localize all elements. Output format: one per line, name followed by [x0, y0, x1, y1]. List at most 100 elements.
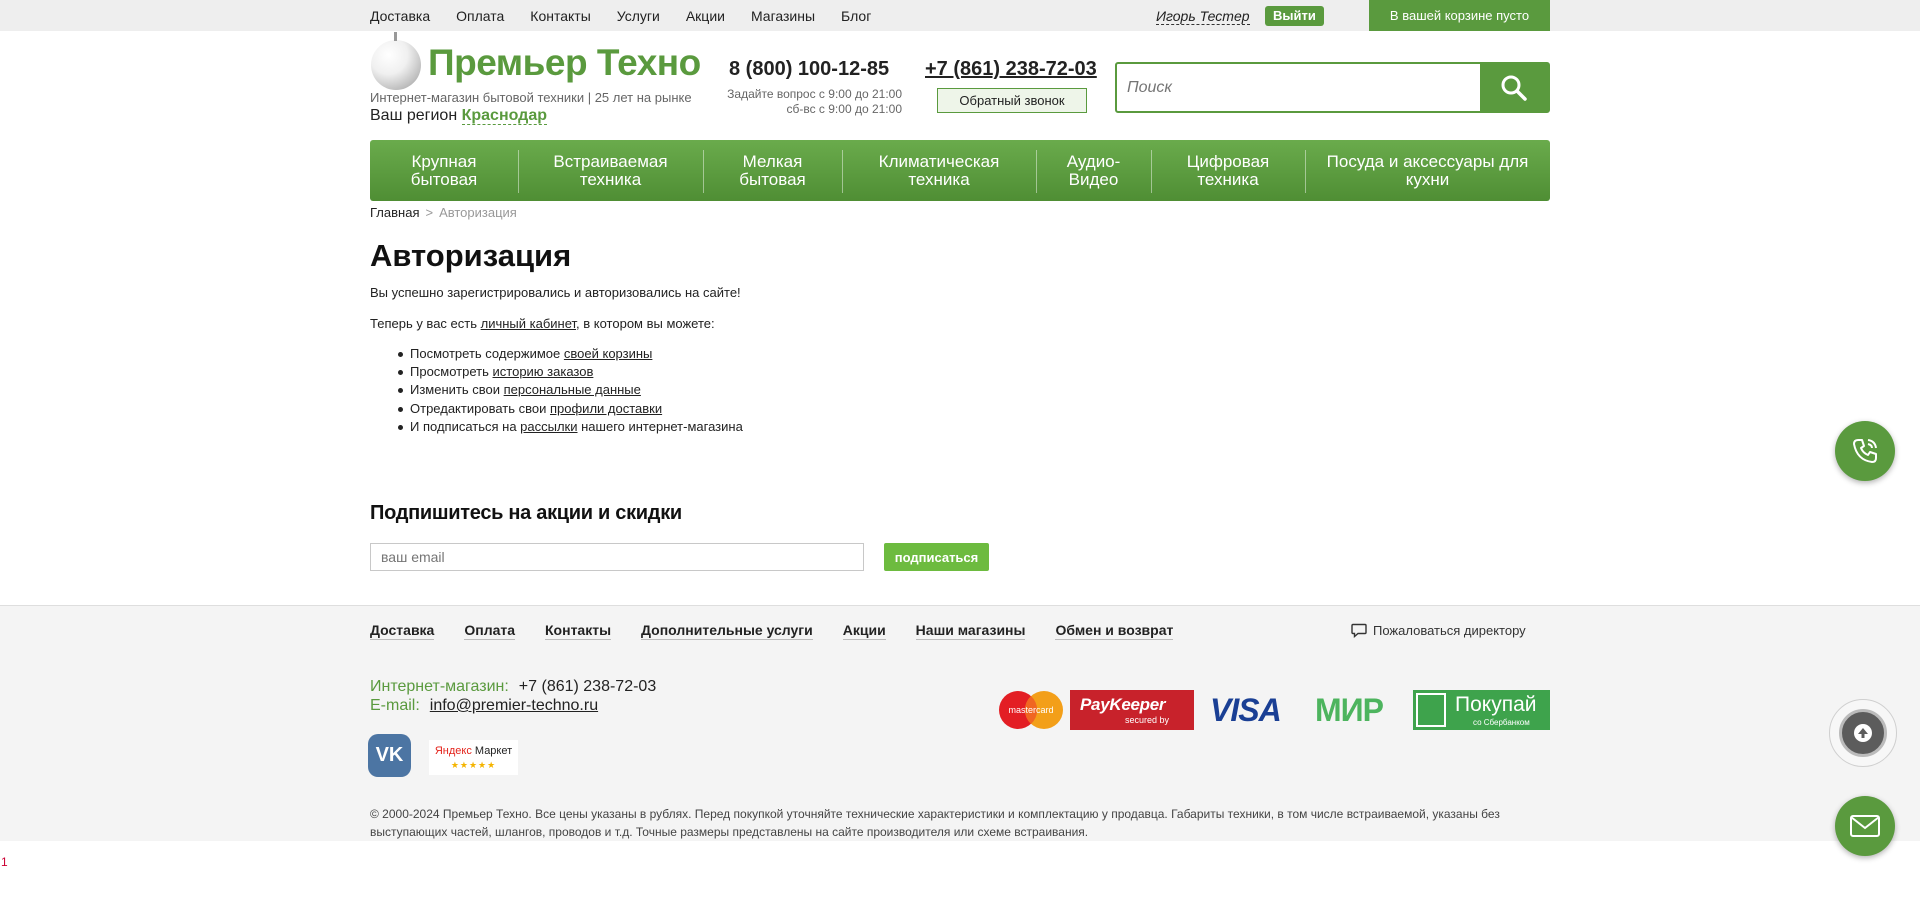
search-box	[1115, 62, 1550, 113]
callback-button[interactable]: Обратный звонок	[937, 88, 1087, 113]
footer-nav-payment[interactable]: Оплата	[464, 622, 516, 640]
cart-button[interactable]: В вашей корзине пусто	[1369, 0, 1550, 31]
yandex-market-market: Маркет	[474, 745, 513, 757]
sber-label: Покупай	[1455, 693, 1537, 716]
footer-shop-contact: Интернет-магазин: +7 (861) 238-72-03	[370, 678, 656, 696]
top-nav-stores[interactable]: Магазины	[751, 8, 815, 24]
account-intro: Теперь у вас есть личный кабинет, в кото…	[370, 316, 715, 331]
menu-item-built-in[interactable]: Встраиваемая техника	[518, 140, 703, 201]
menu-item-label: Аудио-Видео	[1066, 151, 1121, 189]
footer-email-contact: E-mail: info@premier-techno.ru	[370, 697, 598, 715]
yandex-market-name: Яндекс	[434, 745, 472, 757]
top-nav: Доставка Оплата Контакты Услуги Акции Ма…	[370, 0, 897, 31]
call-widget-button[interactable]	[1835, 421, 1895, 481]
search-button[interactable]	[1480, 64, 1548, 111]
phone-local[interactable]: +7 (861) 238-72-03	[925, 58, 1097, 81]
list-item: Посмотреть содержимое своей корзины	[398, 345, 743, 363]
paykeeper-sub-label: secured by	[1125, 715, 1170, 725]
newsletters-link[interactable]: рассылки	[520, 419, 577, 434]
breadcrumb-current: Авторизация	[439, 205, 517, 220]
working-hours-weekend: сб-вс с 9:00 до 21:00	[786, 102, 902, 116]
shop-label: Интернет-магазин:	[370, 678, 509, 695]
arrow-up-icon	[1854, 724, 1872, 742]
list-item-text: И подписаться на	[410, 418, 521, 434]
top-nav-services[interactable]: Услуги	[617, 8, 660, 24]
breadcrumb-home[interactable]: Главная	[370, 205, 419, 220]
menu-item-label: Встраиваемая техника	[553, 151, 668, 189]
menu-item-kitchenware[interactable]: Посуда и аксессуары для кухни	[1305, 140, 1550, 201]
order-history-link[interactable]: историю заказов	[493, 364, 594, 379]
subscribe-button[interactable]: подписаться	[884, 543, 989, 571]
menu-item-digital[interactable]: Цифровая техника	[1151, 140, 1305, 201]
personal-account-link[interactable]: личный кабинет	[481, 316, 576, 331]
list-item: Отредактировать свои профили доставки	[398, 400, 743, 418]
footer-nav-contacts[interactable]: Контакты	[545, 622, 612, 640]
mastercard-icon: mastercard	[999, 691, 1063, 729]
footer-nav-delivery[interactable]: Доставка	[370, 622, 435, 640]
menu-item-audio-video[interactable]: Аудио-Видео	[1036, 140, 1151, 201]
vk-icon[interactable]: VK	[368, 734, 411, 777]
yandex-market-badge[interactable]: Яндекс Маркет ★★★★★	[429, 740, 518, 775]
top-nav-delivery[interactable]: Доставка	[370, 8, 430, 24]
list-item: Просмотреть историю заказов	[398, 363, 743, 381]
account-intro-text: Теперь у вас есть	[370, 316, 481, 331]
region-city-link[interactable]: Краснодар	[461, 107, 547, 125]
success-message: Вы успешно зарегистрировались и авторизо…	[370, 285, 741, 300]
legal-notice: © 2000-2024 Премьер Техно. Все цены указ…	[370, 807, 1500, 839]
logout-button[interactable]: Выйти	[1265, 6, 1324, 26]
account-intro-text-end: , в котором вы можете:	[576, 316, 715, 331]
list-item: И подписаться на рассылки нашего интерне…	[398, 418, 743, 436]
complain-label: Пожаловаться директору	[1373, 623, 1526, 638]
footer-nav-stores[interactable]: Наши магазины	[915, 622, 1026, 640]
footer-nav-extra-services[interactable]: Дополнительные услуги	[641, 622, 813, 640]
region-label: Ваш регион	[370, 107, 458, 124]
logo-icon[interactable]	[371, 32, 421, 90]
menu-item-label: Мелкая бытовая	[739, 151, 806, 189]
list-item-text: Посмотреть содержимое	[410, 346, 564, 361]
shop-phone[interactable]: +7 (861) 238-72-03	[519, 678, 656, 695]
footer-nav-returns[interactable]: Обмен и возврат	[1055, 622, 1174, 640]
top-nav-blog[interactable]: Блог	[841, 8, 871, 24]
page-number: 1	[1, 855, 8, 869]
mastercard-label: mastercard	[1008, 705, 1053, 715]
menu-item-label: Посуда и аксессуары для кухни	[1326, 151, 1529, 189]
menu-item-label: Крупная бытовая	[410, 151, 478, 189]
page-title: Авторизация	[370, 238, 572, 273]
complain-to-director-link[interactable]: Пожаловаться директору	[1351, 623, 1526, 638]
logo-text[interactable]: Премьер Техно	[428, 42, 701, 84]
subscribe-email-input[interactable]	[370, 543, 864, 571]
scroll-to-top-button[interactable]	[1839, 709, 1887, 757]
search-input[interactable]	[1117, 64, 1480, 111]
sber-sub-label: со Сбербанком	[1473, 718, 1530, 727]
subscribe-title: Подпишитесь на акции и скидки	[370, 502, 682, 524]
catalog-menu: Крупная бытовая Встраиваемая техника Мел…	[370, 140, 1550, 201]
menu-item-small-appliances[interactable]: Мелкая бытовая	[703, 140, 842, 201]
list-item-text: Отредактировать свои	[410, 400, 550, 416]
user-name-link[interactable]: Игорь Тестер	[1156, 8, 1250, 25]
menu-item-large-appliances[interactable]: Крупная бытовая	[370, 140, 518, 201]
footer-nav-promotions[interactable]: Акции	[842, 622, 886, 640]
top-nav-contacts[interactable]: Контакты	[530, 8, 590, 24]
message-widget-button[interactable]	[1835, 796, 1895, 856]
email-link[interactable]: info@premier-techno.ru	[430, 697, 598, 714]
rating-stars-icon: ★★★★★	[450, 760, 497, 770]
cart-link[interactable]: своей корзины	[564, 346, 653, 361]
menu-item-climate[interactable]: Климатическая техника	[842, 140, 1036, 201]
region-selector: Ваш регион Краснодар	[370, 107, 547, 125]
phone-free[interactable]: 8 (800) 100-12-85	[729, 58, 889, 81]
mastercard-logo: mastercard	[998, 690, 1064, 730]
top-nav-payment[interactable]: Оплата	[456, 8, 504, 24]
menu-item-label: Климатическая техника	[878, 151, 1000, 189]
list-item: Изменить свои персональные данные	[398, 381, 743, 399]
top-nav-promotions[interactable]: Акции	[686, 8, 725, 24]
menu-item-label: Цифровая техника	[1186, 151, 1270, 189]
search-icon	[1501, 75, 1527, 101]
footer-nav: Доставка Оплата Контакты Дополнительные …	[370, 622, 1203, 640]
personal-data-link[interactable]: персональные данные	[504, 382, 641, 397]
mir-logo: МИР	[1315, 692, 1384, 728]
account-actions-list: Посмотреть содержимое своей корзины Прос…	[398, 345, 743, 436]
delivery-profiles-link[interactable]: профили доставки	[550, 401, 662, 416]
top-bar	[0, 0, 1920, 31]
breadcrumb-separator: >	[425, 205, 434, 220]
list-item-text: Просмотреть	[410, 364, 493, 380]
